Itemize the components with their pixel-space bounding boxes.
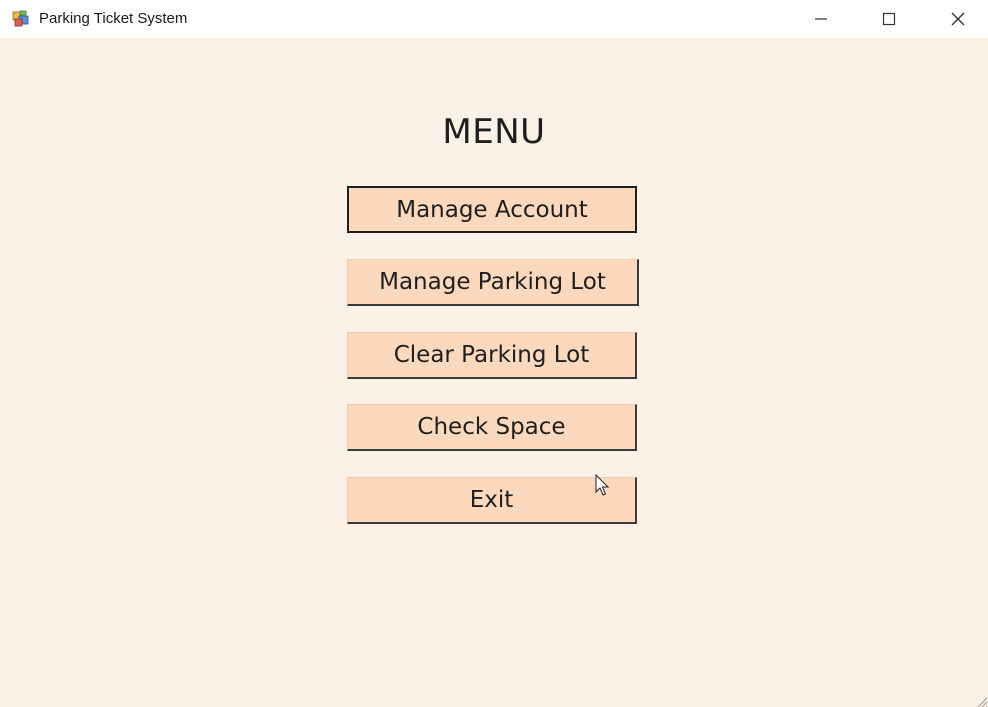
exit-button[interactable]: Exit — [347, 477, 637, 524]
resize-grip-icon[interactable] — [974, 693, 988, 707]
application-form-icon — [12, 10, 30, 28]
minimize-button[interactable] — [798, 0, 844, 38]
title-bar[interactable]: Parking Ticket System — [0, 0, 988, 38]
menu-heading: MENU — [442, 112, 546, 152]
manage-parking-lot-button[interactable]: Manage Parking Lot — [347, 259, 639, 306]
window-title: Parking Ticket System — [39, 10, 188, 27]
manage-account-button[interactable]: Manage Account — [347, 186, 637, 233]
maximize-icon — [882, 12, 896, 26]
application-window: Parking Ticket System MENU Manage Accoun… — [0, 0, 988, 707]
mouse-pointer-icon — [595, 473, 611, 498]
maximize-button[interactable] — [866, 0, 912, 38]
menu-form: MENU Manage Account Manage Parking Lot C… — [0, 38, 988, 707]
check-space-button[interactable]: Check Space — [347, 404, 637, 451]
close-button[interactable] — [935, 0, 981, 38]
minimize-icon — [814, 12, 828, 26]
close-icon — [950, 11, 966, 27]
clear-parking-lot-button[interactable]: Clear Parking Lot — [347, 332, 637, 379]
